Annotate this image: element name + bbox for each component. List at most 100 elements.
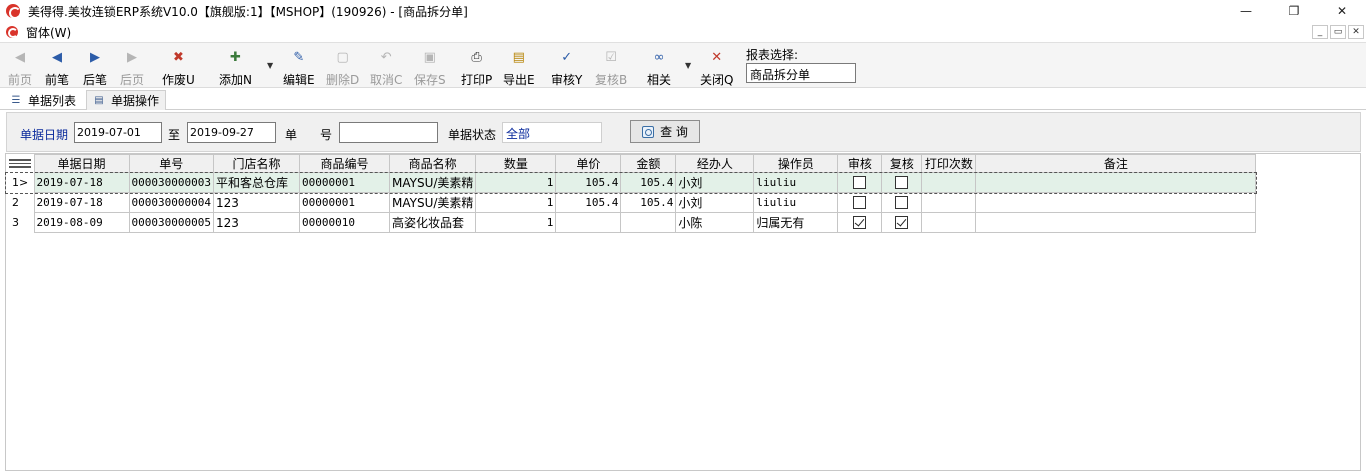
cell-name[interactable]: MAYSU/美素精 (388, 172, 477, 193)
audit-checkbox[interactable] (853, 196, 867, 209)
tab-document-operation[interactable]: ▤ 单据操作 (86, 90, 167, 110)
report-select-input[interactable]: 商品拆分单 (746, 63, 856, 83)
cell-price[interactable]: 105.4 (555, 192, 622, 213)
mdi-minimize-button[interactable]: _ (1312, 25, 1328, 39)
col-header-name[interactable]: 商品名称 (388, 154, 477, 173)
cell-date[interactable]: 2019-08-09 (33, 212, 130, 233)
cell-handler[interactable]: 小陈 (675, 212, 755, 233)
col-header-audit[interactable]: 审核 (837, 154, 883, 173)
cell-name[interactable]: 高姿化妆品套 (388, 212, 477, 233)
mdi-restore-button[interactable]: ▭ (1330, 25, 1346, 39)
approve-button[interactable]: ✓ 审核Y (551, 47, 582, 87)
save-button[interactable]: ▣ 保存S (414, 47, 446, 87)
cancel-button[interactable]: ↶ 取消C (370, 47, 402, 87)
cell-recheck[interactable] (881, 172, 923, 193)
cell-code[interactable]: 00000010 (298, 212, 390, 233)
col-header-operator[interactable]: 操作员 (753, 154, 839, 173)
close-window-button[interactable]: ✕ (1318, 0, 1366, 22)
close-button[interactable]: ✕ 关闭Q (700, 47, 733, 87)
first-page-button[interactable]: ◀ 前页 (8, 47, 32, 87)
cell-amount[interactable]: 105.4 (620, 192, 677, 213)
col-header-recheck[interactable]: 复核 (881, 154, 923, 173)
cell-price[interactable] (555, 212, 622, 233)
cell-operator[interactable]: liuliu (753, 172, 839, 193)
cell-store[interactable]: 平和客总仓库 (212, 172, 300, 193)
cell-name[interactable]: MAYSU/美素精 (388, 192, 477, 213)
cell-audit[interactable] (837, 212, 883, 233)
col-header-qty[interactable]: 数量 (475, 154, 557, 173)
cell-remark[interactable] (975, 172, 1257, 193)
delete-button[interactable]: ▢ 删除D (326, 47, 359, 87)
recheck-checkbox[interactable] (895, 176, 909, 189)
col-header-date[interactable]: 单据日期 (33, 154, 130, 173)
col-header-no[interactable]: 单号 (128, 154, 214, 173)
menu-window[interactable]: 窗体(W) (26, 24, 71, 41)
related-button[interactable]: ∞ 相关 (647, 47, 671, 87)
cell-date[interactable]: 2019-07-18 (33, 172, 130, 193)
tab-document-list[interactable]: ☰ 单据列表 (4, 90, 82, 110)
cell-code[interactable]: 00000001 (298, 172, 390, 193)
cell-amount[interactable]: 105.4 (620, 172, 677, 193)
cell-price[interactable]: 105.4 (555, 172, 622, 193)
recheck-checkbox[interactable] (895, 216, 909, 229)
col-header-remark[interactable]: 备注 (975, 154, 1257, 173)
add-button[interactable]: ✚ 添加N (219, 47, 252, 87)
col-header-price[interactable]: 单价 (555, 154, 622, 173)
cell-remark[interactable] (975, 212, 1257, 233)
col-header-handler[interactable]: 经办人 (675, 154, 755, 173)
cell-recheck[interactable] (881, 212, 923, 233)
cell-recheck[interactable] (881, 192, 923, 213)
row-indicator-header[interactable] (6, 154, 34, 173)
cell-remark[interactable] (975, 192, 1257, 213)
recheck-button[interactable]: ☑ 复核B (595, 47, 627, 87)
cell-qty[interactable]: 1 (475, 192, 557, 213)
status-select[interactable]: 全部 (502, 122, 602, 143)
app-menu-icon[interactable] (6, 26, 18, 38)
cell-code[interactable]: 00000001 (298, 192, 390, 213)
cell-store[interactable]: 123 (212, 212, 300, 233)
next-record-button[interactable]: ▶ 后笔 (83, 47, 107, 87)
last-page-button[interactable]: ▶ 后页 (120, 47, 144, 87)
date-from-field[interactable]: 2019-07-01 (74, 122, 162, 143)
cell-handler[interactable]: 小刘 (675, 192, 755, 213)
cell-no[interactable]: 000030000003 (128, 172, 214, 193)
cell-date[interactable]: 2019-07-18 (33, 192, 130, 213)
cell-store[interactable]: 123 (212, 192, 300, 213)
doc-no-field[interactable] (339, 122, 438, 143)
cell-operator[interactable]: liuliu (753, 192, 839, 213)
cell-no[interactable]: 000030000004 (128, 192, 214, 213)
audit-checkbox[interactable] (853, 176, 867, 189)
col-header-code[interactable]: 商品编号 (298, 154, 390, 173)
minimize-button[interactable]: — (1222, 0, 1270, 22)
table-row[interactable]: 1> 2019-07-18 000030000003 平和客总仓库 000000… (5, 171, 1257, 194)
cell-qty[interactable]: 1 (475, 172, 557, 193)
export-button[interactable]: ▤ 导出E (503, 47, 535, 87)
print-button[interactable]: ⎙ 打印P (461, 47, 492, 87)
audit-checkbox[interactable] (853, 216, 867, 229)
void-button[interactable]: ✖ 作废U (162, 47, 195, 87)
recheck-checkbox[interactable] (895, 196, 909, 209)
cell-amount[interactable] (620, 212, 677, 233)
prev-record-button[interactable]: ◀ 前笔 (45, 47, 69, 87)
cell-audit[interactable] (837, 192, 883, 213)
col-header-store[interactable]: 门店名称 (212, 154, 300, 173)
table-row[interactable]: 3 2019-08-09 000030000005 123 00000010 高… (6, 212, 1257, 233)
cell-prints[interactable] (921, 192, 977, 213)
related-dropdown-icon[interactable]: ▼ (685, 61, 691, 70)
col-header-amount[interactable]: 金额 (620, 154, 677, 173)
search-button[interactable]: 查 询 (630, 120, 700, 143)
cell-qty[interactable]: 1 (475, 212, 557, 233)
cell-no[interactable]: 000030000005 (128, 212, 214, 233)
maximize-button[interactable]: ❐ (1270, 0, 1318, 22)
date-to-field[interactable]: 2019-09-27 (187, 122, 276, 143)
mdi-close-button[interactable]: ✕ (1348, 25, 1364, 39)
cell-handler[interactable]: 小刘 (675, 172, 755, 193)
cell-prints[interactable] (921, 172, 977, 193)
table-row[interactable]: 2 2019-07-18 000030000004 123 00000001 M… (6, 192, 1257, 213)
cell-operator[interactable]: 归属无有 (753, 212, 839, 233)
edit-button[interactable]: ✎ 编辑E (283, 47, 315, 87)
col-header-prints[interactable]: 打印次数 (921, 154, 977, 173)
cell-prints[interactable] (921, 212, 977, 233)
cell-audit[interactable] (837, 172, 883, 193)
add-dropdown-icon[interactable]: ▼ (267, 61, 273, 70)
